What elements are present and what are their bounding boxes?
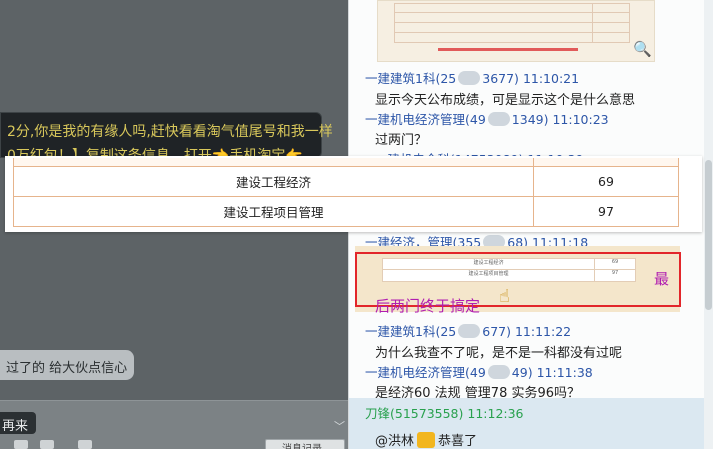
dark-message-bubble: 2分,你是我的有缘人吗,赶快看看淘气值尾号和我一样 0万红包！】复制这条信息，打… (0, 112, 333, 164)
table-row: 建设工程项目管理 97 (13, 195, 679, 227)
table-row (13, 158, 679, 167)
highlight-caption: 后两门终于搞定 (375, 297, 481, 315)
message-text: 显示今天公布成绩，可是显示这个是什么意思 (375, 93, 636, 108)
again-tag-label: 再来 (2, 419, 29, 434)
scrollbar-thumb[interactable] (705, 160, 712, 310)
score-table: 建设工程经济 69 建设工程项目管理 97 (13, 158, 679, 227)
again-tag[interactable]: 再来 (0, 412, 36, 434)
redaction-blur (458, 71, 481, 85)
highlight-side-text: 最 (654, 270, 670, 288)
dark-bubble-line-1: 2分,你是我的有缘人吗,赶快看看淘气值尾号和我一样 (7, 124, 333, 140)
font-icon[interactable] (14, 440, 28, 449)
message-text: @洪林 恭喜了 (375, 432, 478, 449)
message-sender[interactable]: 一建建筑1科(25 677) 11:11:22 (365, 321, 571, 340)
message-sender[interactable]: 刀锋(51573558) 11:12:36 (365, 403, 524, 422)
subject-cell: 建设工程经济 (13, 165, 534, 197)
light-bubble-text: 过了的 给大伙点信心 (6, 361, 128, 376)
subject-cell: 建设工程项目管理 (13, 195, 534, 227)
message-sender[interactable]: 一建机电经济管理(49 1349) 11:10:23 (365, 109, 609, 128)
redaction-blur (487, 365, 510, 379)
message-text: 过两门？ (375, 133, 428, 148)
score-cell: 97 (533, 195, 679, 227)
thumbnail-table (394, 3, 630, 43)
score-cell: 69 (533, 165, 679, 197)
image-icon[interactable] (78, 440, 92, 449)
message-sender[interactable]: 一建建筑1科(25 3677) 11:10:21 (365, 68, 579, 87)
score-screenshot-thumbnail[interactable] (377, 0, 655, 62)
redaction-blur (458, 324, 481, 338)
message-sender[interactable]: 一建机电经济管理(49 49) 11:11:38 (365, 362, 593, 381)
message-text: 为什么我查不了呢，是不是一科都没有过呢 (375, 346, 623, 361)
zoomed-score-table: 建设工程经济 69 建设工程项目管理 97 (5, 156, 702, 232)
chevron-down-icon[interactable]: ﹀ (334, 418, 345, 434)
pointing-hand-icon: ☝ (499, 286, 510, 307)
redaction-blur (487, 112, 510, 126)
zoom-in-icon[interactable]: 🔍 (633, 40, 652, 58)
light-message-bubble: 过了的 给大伙点信心 (0, 350, 134, 380)
emoji-icon[interactable] (40, 440, 54, 449)
thumbnail-red-note (438, 48, 578, 51)
thumbs-up-icon (417, 432, 436, 448)
message-record-button[interactable]: 消息记录 (265, 439, 345, 449)
table-row: 建设工程经济 69 (13, 165, 679, 197)
chat-scrollbar[interactable] (704, 0, 713, 449)
